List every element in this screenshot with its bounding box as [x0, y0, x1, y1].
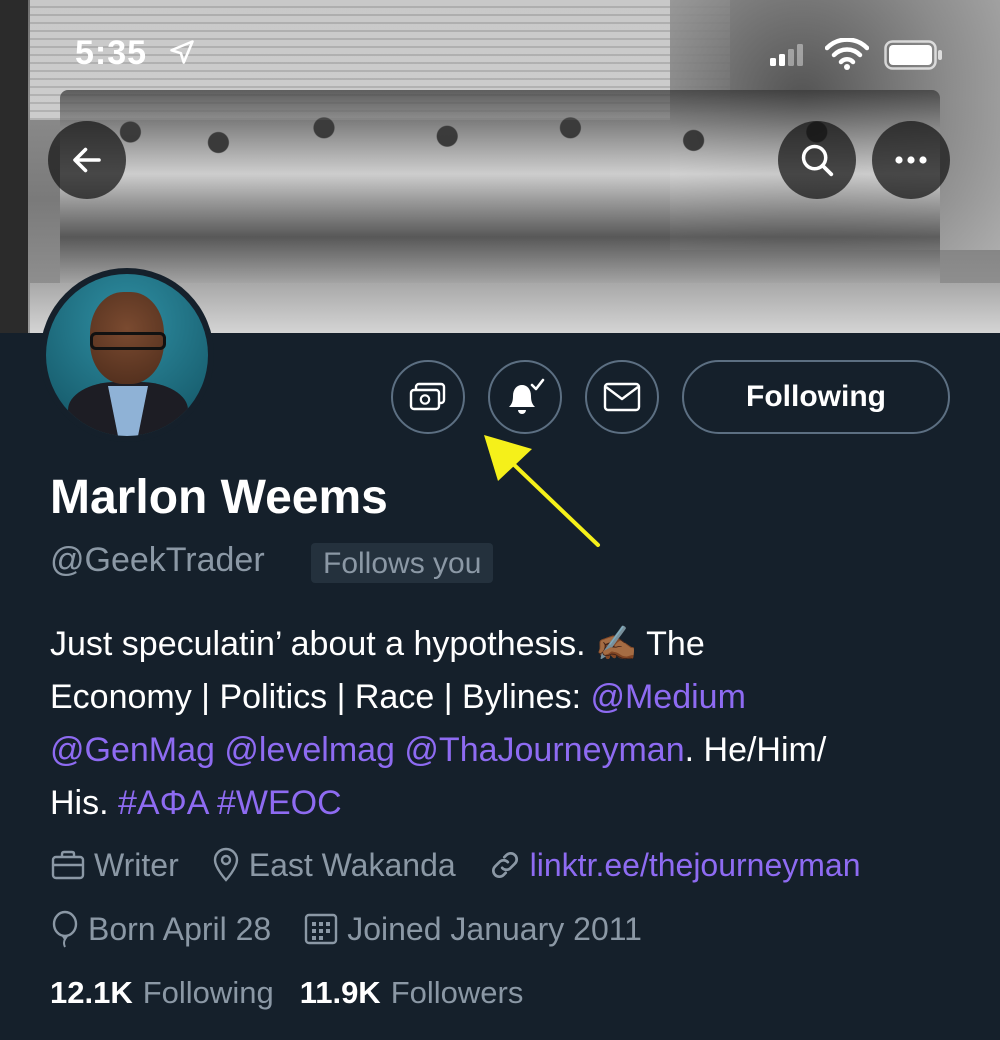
writing-hand-emoji: ✍🏾 [594, 625, 638, 663]
location-pin-icon [213, 847, 238, 882]
mention-link[interactable]: @GenMag [50, 731, 215, 769]
status-time: 5:35 [75, 34, 148, 72]
bio-text: . He/Him/ [684, 731, 827, 769]
bio-text: His. [50, 784, 118, 822]
birthday-item: Born April 28 [50, 910, 271, 948]
location-item: East Wakanda [211, 847, 456, 884]
more-icon [895, 156, 927, 164]
bell-check-icon [509, 378, 545, 414]
bio-text: Just speculatin’ about a hypothesis. [50, 625, 595, 663]
annotation-arrow-icon [484, 435, 600, 547]
status-bar: 5:35 [0, 30, 1000, 80]
calendar-icon [305, 913, 338, 945]
bio-text: Economy | Politics | Race | Bylines: [50, 678, 591, 716]
website-item[interactable]: linktr.ee/thejourneyman [488, 847, 861, 884]
avatar[interactable] [40, 268, 214, 442]
avatar-photo [46, 274, 208, 436]
hashtag-link[interactable]: #AΦA [118, 784, 208, 822]
money-icon [409, 382, 446, 411]
follow-stats: 12.1K Following 11.9K Followers [50, 975, 549, 1011]
message-button[interactable] [585, 360, 659, 434]
following-stat[interactable]: 12.1K Following [50, 975, 274, 1011]
followers-label: Followers [390, 975, 524, 1010]
location-text: East Wakanda [248, 846, 456, 883]
battery-icon [884, 40, 942, 70]
profession-text: Writer [94, 846, 179, 883]
following-label: Following [142, 975, 274, 1010]
profile-bio: Just speculatin’ about a hypothesis. ✍🏾 … [50, 618, 950, 830]
mention-link[interactable]: @Medium [590, 678, 745, 716]
followers-count: 11.9K [299, 975, 381, 1010]
joined-item: Joined January 2011 [303, 911, 642, 948]
followers-stat[interactable]: 11.9K Followers [300, 975, 524, 1011]
profile-meta-row: Writer East Wakanda linktr.ee/thejourney… [50, 840, 893, 890]
birthday-text: Born April 28 [88, 910, 272, 947]
notifications-button[interactable] [488, 360, 562, 434]
profile-meta-row: Born April 28 Joined January 2011 [50, 904, 674, 954]
profile-name: Marlon Weems [50, 471, 388, 524]
balloon-icon [52, 910, 78, 948]
search-icon [801, 144, 834, 177]
briefcase-icon [51, 850, 85, 880]
joined-text: Joined January 2011 [347, 910, 642, 947]
back-button[interactable] [48, 121, 126, 199]
wifi-icon [825, 38, 869, 70]
hashtag-link[interactable]: #WEOC [217, 784, 342, 822]
profession-item: Writer [50, 847, 179, 884]
search-button[interactable] [778, 121, 856, 199]
follows-you-badge: Follows you [311, 543, 494, 583]
envelope-icon [603, 382, 641, 412]
profile-handle: @GeekTrader [50, 541, 265, 579]
mention-link[interactable]: @ThaJourneyman [404, 731, 684, 769]
tip-button[interactable] [391, 360, 465, 434]
link-icon [491, 852, 518, 878]
back-arrow-icon [73, 147, 101, 173]
bio-text: The [637, 625, 705, 663]
following-count: 12.1K [50, 975, 133, 1010]
website-link[interactable]: linktr.ee/thejourneyman [530, 847, 861, 884]
following-button[interactable]: Following [682, 360, 950, 434]
location-arrow-icon [170, 40, 194, 64]
more-button[interactable] [872, 121, 950, 199]
mention-link[interactable]: @levelmag [224, 731, 395, 769]
cell-signal-icon [770, 44, 803, 66]
